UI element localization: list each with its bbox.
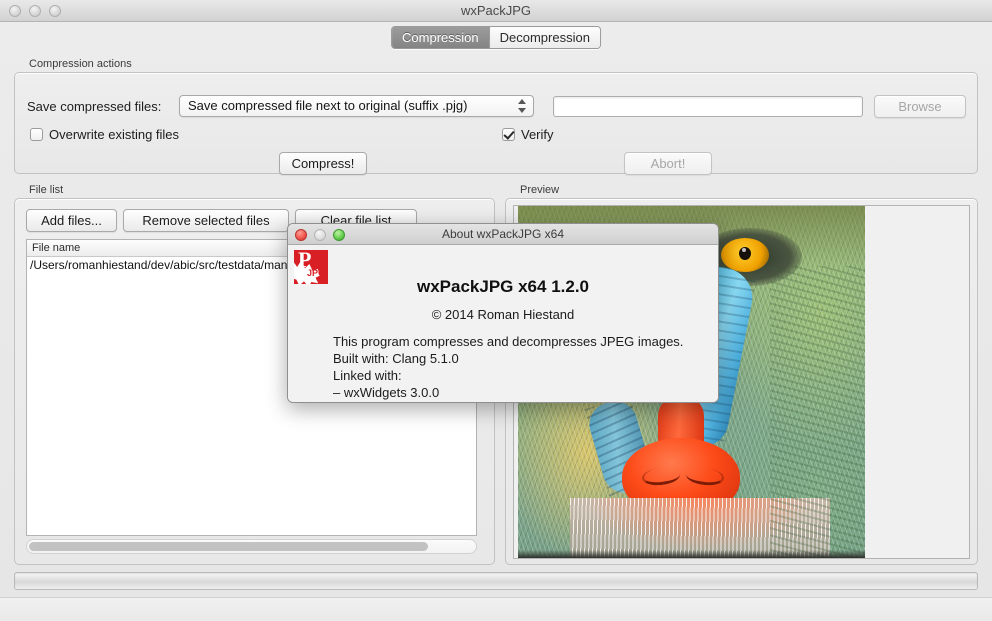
compression-actions-group: Compression actions Save compressed file…: [14, 58, 978, 175]
window-title: wxPackJPG: [460, 3, 532, 18]
about-heading: wxPackJPG x64 1.2.0: [416, 277, 590, 296]
scrollbar-thumb[interactable]: [29, 542, 428, 551]
output-path-input[interactable]: [553, 96, 863, 117]
about-detail-line: Built with: Clang 5.1.0: [333, 351, 459, 366]
about-details: This program compresses and decompresses…: [333, 333, 684, 402]
about-dialog[interactable]: About wxPackJPG x64 P JPG wxPackJPG x64 …: [287, 223, 719, 403]
about-dialog-title: About wxPackJPG x64: [441, 227, 565, 241]
add-files-button[interactable]: Add files...: [26, 209, 117, 232]
save-mode-value: Save compressed file next to original (s…: [188, 98, 468, 113]
abort-button[interactable]: Abort!: [624, 152, 712, 175]
window-titlebar: wxPackJPG: [0, 0, 992, 22]
about-dialog-body: P JPG wxPackJPG x64 1.2.0 © 2014 Roman H…: [288, 245, 718, 402]
about-detail-line: This program compresses and decompresses…: [333, 334, 684, 349]
overwrite-existing-files-checkbox[interactable]: Overwrite existing files: [30, 127, 179, 142]
status-bar: [0, 597, 992, 621]
file-list-horizontal-scrollbar[interactable]: [26, 539, 477, 554]
application-window: wxPackJPG Compression Decompression Comp…: [0, 0, 992, 621]
compression-actions-label: Compression actions: [29, 58, 132, 70]
tab-decompression[interactable]: Decompression: [488, 27, 600, 48]
save-mode-select[interactable]: Save compressed file next to original (s…: [179, 95, 534, 117]
tab-compression[interactable]: Compression: [392, 27, 489, 48]
about-detail-line: – packJPG v2.5j: [333, 401, 683, 402]
verify-checkbox[interactable]: Verify: [502, 127, 554, 142]
about-detail-line: – wxWidgets 3.0.0: [333, 385, 440, 400]
overwrite-existing-files-label: Overwrite existing files: [49, 127, 180, 142]
browse-button[interactable]: Browse: [874, 95, 966, 118]
preview-label: Preview: [520, 184, 560, 196]
tab-strip: Compression Decompression: [0, 23, 992, 49]
progress-gauge: [14, 572, 978, 590]
verify-label: Verify: [521, 127, 554, 142]
about-dialog-titlebar: About wxPackJPG x64: [288, 224, 718, 245]
checkbox-icon: [30, 128, 43, 141]
save-compressed-files-label: Save compressed files:: [27, 99, 162, 114]
compress-button[interactable]: Compress!: [279, 152, 367, 175]
remove-selected-files-button[interactable]: Remove selected files: [123, 209, 289, 232]
about-detail-line: Linked with:: [333, 368, 402, 383]
checkmark-icon: [502, 128, 515, 141]
about-copyright: © 2014 Roman Hiestand: [431, 307, 575, 322]
chevron-updown-icon: [517, 99, 526, 113]
file-list-label: File list: [29, 184, 64, 196]
